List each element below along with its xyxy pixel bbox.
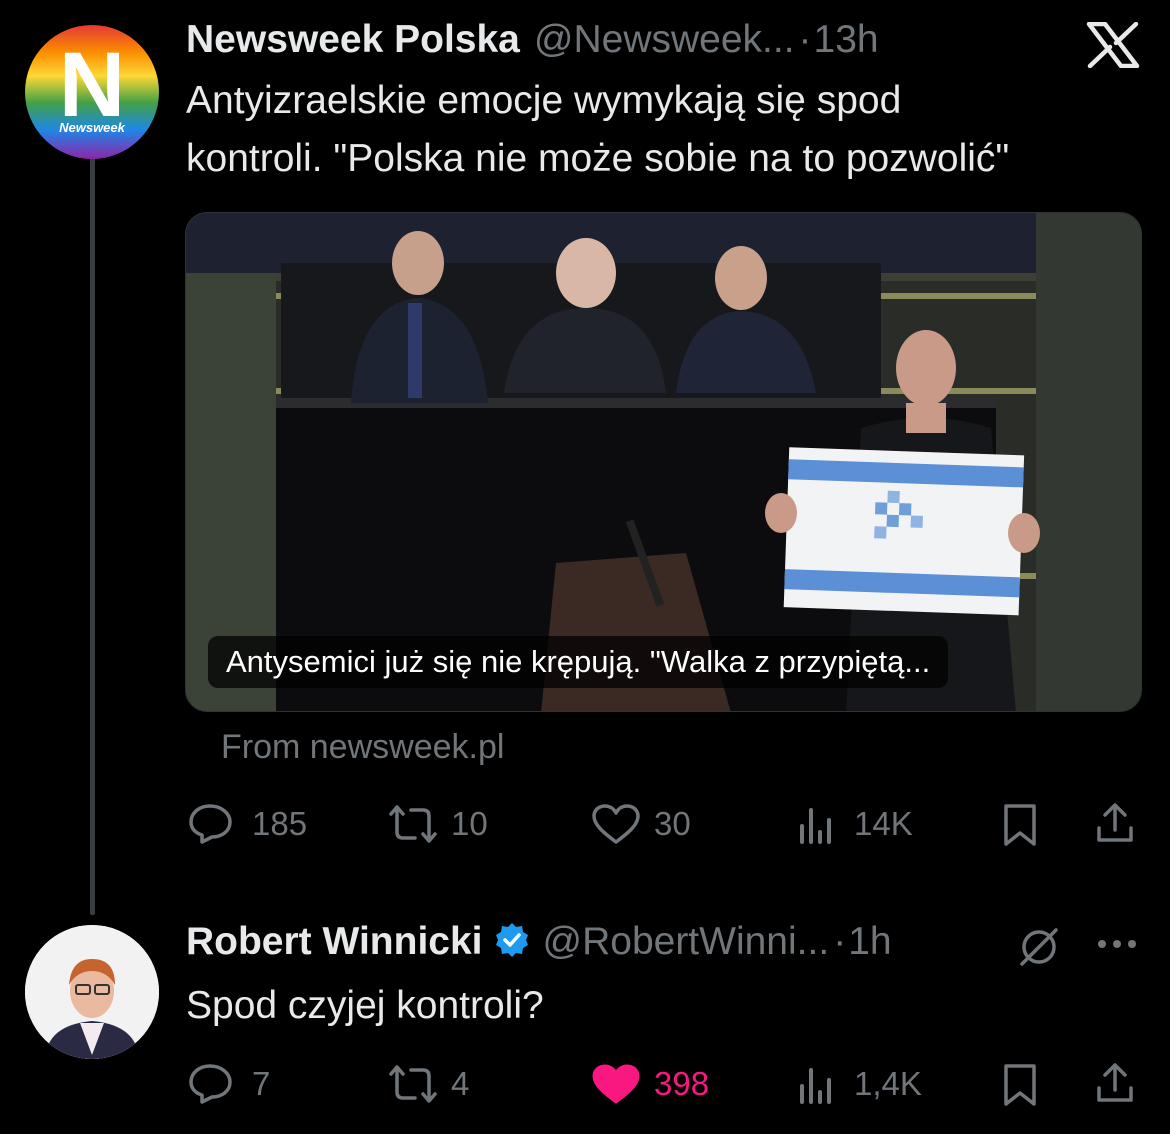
views-button[interactable]: 1,4K bbox=[796, 1062, 922, 1106]
like-count: 30 bbox=[654, 805, 691, 842]
tweet2-header: Robert Winnicki @RobertWinni... · 1h bbox=[186, 920, 892, 964]
share-icon[interactable] bbox=[1093, 1060, 1137, 1111]
more-options-icon[interactable] bbox=[1096, 936, 1138, 957]
bookmark-icon[interactable] bbox=[998, 1062, 1042, 1113]
tweet-text: Spod czyjej kontroli? bbox=[186, 984, 544, 1027]
newsweek-avatar[interactable]: N Newsweek bbox=[25, 25, 159, 159]
heart-icon bbox=[590, 1062, 642, 1106]
views-icon bbox=[796, 802, 840, 846]
separator-dot: · bbox=[798, 18, 812, 61]
views-icon bbox=[796, 1062, 840, 1106]
views-button[interactable]: 14K bbox=[796, 802, 913, 846]
views-count: 1,4K bbox=[854, 1065, 922, 1102]
views-count: 14K bbox=[854, 805, 913, 842]
tweet-text-line: Antyizraelskie emocje wymykają się spod bbox=[186, 79, 902, 122]
reply-icon bbox=[188, 1062, 234, 1106]
author-handle[interactable]: @RobertWinni... bbox=[543, 920, 830, 964]
avatar-logo-label: Newsweek bbox=[59, 120, 125, 135]
tweet-time[interactable]: 1h bbox=[848, 920, 891, 964]
x-logo-icon bbox=[1086, 21, 1140, 69]
repost-button[interactable]: 4 bbox=[385, 1062, 469, 1106]
tweet-text-line: kontroli. "Polska nie może sobie na to p… bbox=[186, 137, 1010, 180]
repost-icon bbox=[385, 1062, 441, 1106]
verified-badge-icon bbox=[493, 921, 531, 964]
share-icon[interactable] bbox=[1093, 800, 1137, 851]
robert-winnicki-avatar[interactable] bbox=[25, 925, 159, 1059]
reply-count: 185 bbox=[252, 805, 308, 842]
reply-button[interactable]: 185 bbox=[188, 802, 307, 846]
reply-button[interactable]: 7 bbox=[188, 1062, 270, 1106]
thread-line bbox=[90, 150, 95, 915]
separator-dot: · bbox=[833, 920, 847, 963]
tweet-text: Antyizraelskie emocje wymykają się spod … bbox=[186, 72, 1009, 188]
tweet1-header: Newsweek Polska @Newsweek... · 13h bbox=[186, 18, 879, 62]
like-count: 398 bbox=[654, 1065, 710, 1102]
like-button[interactable]: 30 bbox=[590, 802, 691, 846]
reply-count: 7 bbox=[252, 1065, 271, 1102]
tweet-time[interactable]: 13h bbox=[814, 18, 879, 62]
avatar-photo bbox=[25, 925, 159, 1059]
author-handle[interactable]: @Newsweek... bbox=[534, 18, 795, 62]
like-button[interactable]: 398 bbox=[590, 1062, 709, 1106]
grok-icon[interactable] bbox=[1016, 924, 1062, 975]
repost-icon bbox=[385, 802, 441, 846]
repost-count: 10 bbox=[451, 805, 488, 842]
author-name[interactable]: Newsweek Polska bbox=[186, 18, 520, 62]
repost-count: 4 bbox=[451, 1065, 470, 1102]
card-caption: Antysemici już się nie krępują. "Walka z… bbox=[208, 636, 949, 688]
card-source[interactable]: From newsweek.pl bbox=[221, 728, 504, 767]
repost-button[interactable]: 10 bbox=[385, 802, 488, 846]
bookmark-icon[interactable] bbox=[998, 802, 1042, 853]
reply-icon bbox=[188, 802, 234, 846]
author-name[interactable]: Robert Winnicki bbox=[186, 920, 483, 964]
heart-icon bbox=[590, 802, 642, 846]
avatar-logo-letter: N bbox=[58, 34, 126, 136]
